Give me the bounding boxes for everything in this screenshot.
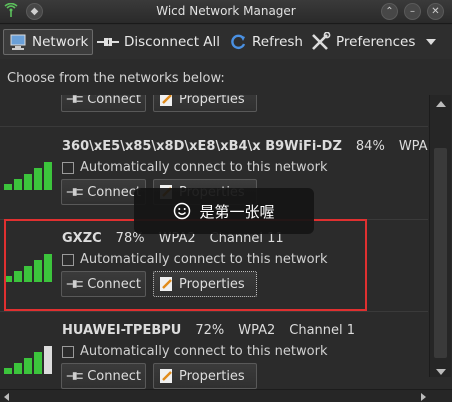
- refresh-button[interactable]: Refresh: [224, 29, 307, 55]
- vertical-scrollbar[interactable]: [429, 95, 451, 377]
- network-row[interactable]: HUAWEI-TPEBPU 72% WPA2 Channel 1 Automatica…: [0, 312, 428, 400]
- signal-strength-icon: [4, 346, 52, 374]
- smiley-icon: [174, 202, 191, 220]
- plug-icon: [66, 372, 83, 380]
- network-strength: 72%: [195, 323, 225, 338]
- auto-connect-checkbox[interactable]: Automatically connect to this network: [62, 344, 327, 359]
- connect-button[interactable]: Connect: [61, 95, 146, 112]
- network-button[interactable]: Network: [3, 29, 94, 55]
- network-list-hint: Choose from the networks below:: [7, 71, 225, 86]
- toast-message: 是第一张喔: [134, 188, 314, 234]
- network-encryption: WPA2: [238, 323, 276, 338]
- plug-icon: [97, 38, 119, 46]
- scroll-down-arrow-icon[interactable]: [436, 369, 446, 375]
- chevron-down-icon: [426, 39, 436, 45]
- network-info: 360\xE5\x85\x8D\xE8\xB4\x B9WiFi-DZ 84% WP…: [62, 139, 428, 154]
- properties-button[interactable]: Properties: [153, 95, 257, 112]
- preferences-button[interactable]: Preferences: [306, 29, 419, 55]
- horizontal-scrollbar[interactable]: [0, 389, 452, 402]
- edit-document-icon: [160, 369, 172, 383]
- network-row: Connect Properties: [0, 95, 428, 127]
- checkbox[interactable]: [62, 161, 74, 174]
- network-encryption: WPA2: [398, 139, 428, 154]
- toolbar: Network Disconnect All Refresh Preferenc…: [0, 25, 452, 59]
- scroll-left-arrow-icon[interactable]: [4, 393, 9, 401]
- title-bar: ◆ Wicd Network Manager ⌃ – ✕: [0, 0, 452, 24]
- close-button[interactable]: ✕: [427, 3, 444, 20]
- toolbar-overflow-button[interactable]: [421, 29, 441, 55]
- plug-icon: [66, 95, 83, 103]
- shade-button[interactable]: ⌃: [381, 3, 398, 20]
- plug-icon: [66, 188, 83, 196]
- toast-text: 是第一张喔: [199, 202, 275, 221]
- connect-button[interactable]: Connect: [61, 363, 146, 389]
- auto-connect-checkbox[interactable]: Automatically connect to this network: [62, 160, 327, 175]
- network-info: HUAWEI-TPEBPU 72% WPA2 Channel 1: [62, 323, 369, 338]
- network-icon: [10, 34, 26, 50]
- network-essid: HUAWEI-TPEBPU: [62, 323, 182, 338]
- scrollbar-thumb[interactable]: [434, 148, 447, 358]
- properties-button[interactable]: Properties: [153, 363, 257, 389]
- disconnect-all-button[interactable]: Disconnect All: [92, 29, 224, 55]
- scroll-right-arrow-icon[interactable]: [421, 393, 426, 401]
- network-essid: 360\xE5\x85\x8D\xE8\xB4\x B9WiFi-DZ: [62, 139, 342, 154]
- signal-strength-icon: [4, 162, 52, 190]
- network-channel: Channel 1: [289, 323, 356, 338]
- edit-document-icon: [160, 95, 172, 106]
- checkbox[interactable]: [62, 345, 74, 358]
- tools-icon: [312, 32, 331, 50]
- refresh-icon: [231, 34, 246, 50]
- network-strength: 84%: [355, 139, 385, 154]
- minimize-button[interactable]: –: [404, 3, 421, 20]
- scroll-up-arrow-icon[interactable]: [436, 101, 446, 107]
